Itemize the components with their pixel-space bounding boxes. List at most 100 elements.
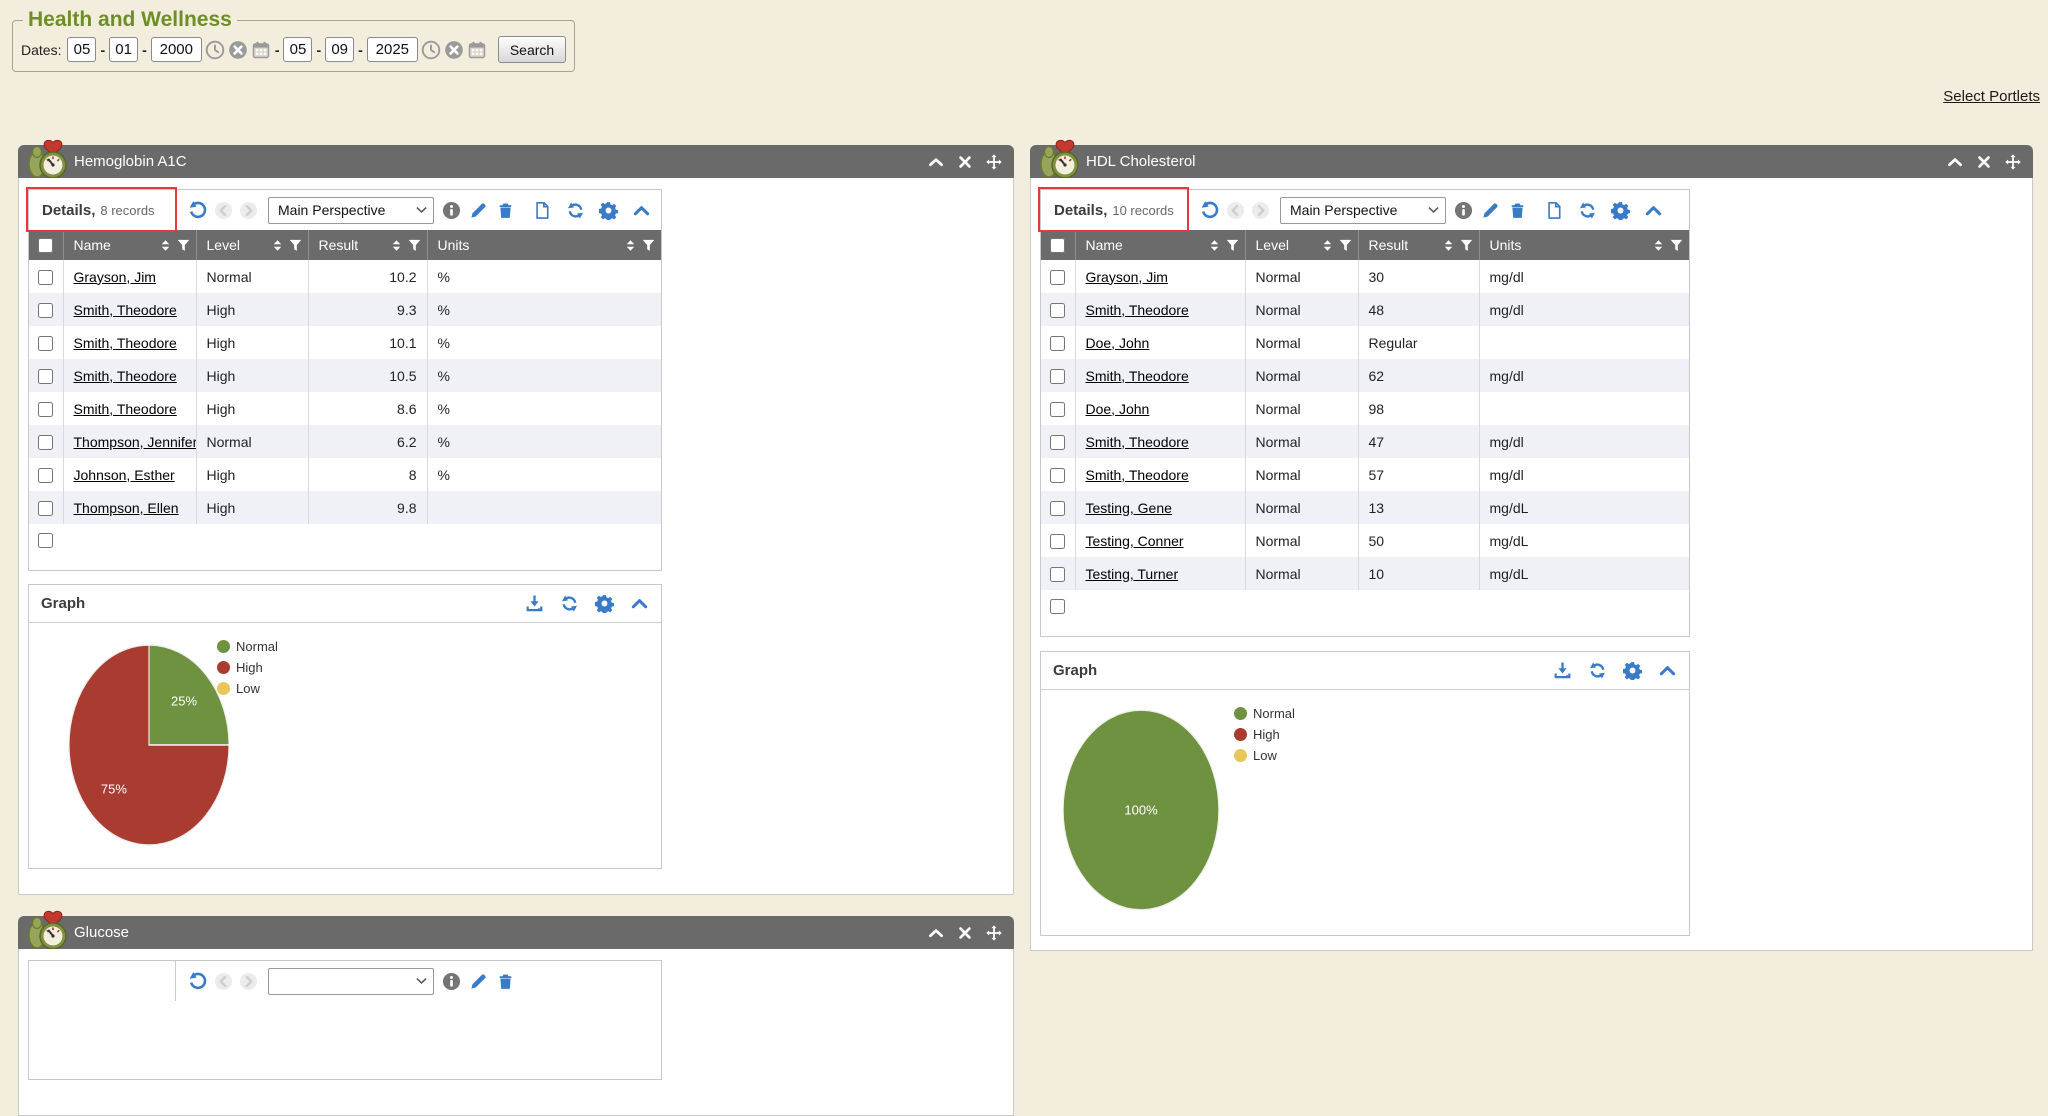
gear-icon[interactable] xyxy=(1611,201,1630,220)
row-checkbox[interactable] xyxy=(38,468,53,483)
from-day-input[interactable] xyxy=(109,37,138,62)
filter-icon[interactable] xyxy=(1226,239,1239,252)
row-checkbox[interactable] xyxy=(38,270,53,285)
delete-icon[interactable] xyxy=(496,972,515,991)
row-checkbox[interactable] xyxy=(1050,402,1065,417)
to-day-input[interactable] xyxy=(325,37,354,62)
portlet-header[interactable]: HDL Cholesterol xyxy=(1030,145,2033,178)
filter-icon[interactable] xyxy=(177,239,190,252)
move-portlet-icon[interactable] xyxy=(986,154,1002,170)
close-portlet-icon[interactable] xyxy=(957,925,973,941)
previous-icon[interactable] xyxy=(1226,201,1245,220)
collapse-panel-icon[interactable] xyxy=(1658,661,1677,680)
row-checkbox[interactable] xyxy=(1050,435,1065,450)
from-month-input[interactable] xyxy=(67,37,96,62)
row-checkbox[interactable] xyxy=(1050,270,1065,285)
select-all-checkbox[interactable] xyxy=(38,238,53,253)
collapse-portlet-icon[interactable] xyxy=(928,154,944,170)
patient-name-link[interactable]: Johnson, Esther xyxy=(74,467,175,483)
row-checkbox[interactable] xyxy=(1050,534,1065,549)
info-icon[interactable] xyxy=(442,201,461,220)
perspective-select[interactable]: Main Perspective xyxy=(1280,197,1446,224)
collapse-panel-icon[interactable] xyxy=(630,594,649,613)
clear-date-icon[interactable] xyxy=(444,40,464,60)
undo-icon[interactable] xyxy=(188,971,208,991)
clear-date-icon[interactable] xyxy=(228,40,248,60)
collapse-portlet-icon[interactable] xyxy=(1947,154,1963,170)
row-checkbox[interactable] xyxy=(1050,468,1065,483)
search-button[interactable]: Search xyxy=(498,36,566,63)
sort-icon[interactable] xyxy=(390,239,403,252)
close-portlet-icon[interactable] xyxy=(957,154,973,170)
sort-icon[interactable] xyxy=(1321,239,1334,252)
undo-icon[interactable] xyxy=(1200,200,1220,220)
portlet-header[interactable]: Glucose xyxy=(18,916,1014,949)
patient-name-link[interactable]: Thompson, Ellen xyxy=(74,500,179,516)
patient-name-link[interactable]: Smith, Theodore xyxy=(1086,368,1189,384)
portlet-header[interactable]: Hemoglobin A1C xyxy=(18,145,1014,178)
select-all-checkbox[interactable] xyxy=(1050,238,1065,253)
collapse-portlet-icon[interactable] xyxy=(928,925,944,941)
filter-icon[interactable] xyxy=(642,239,655,252)
row-checkbox[interactable] xyxy=(1050,501,1065,516)
row-checkbox[interactable] xyxy=(38,303,53,318)
edit-icon[interactable] xyxy=(469,972,488,991)
row-checkbox[interactable] xyxy=(1050,369,1065,384)
calendar-picker-icon[interactable] xyxy=(251,40,271,60)
new-document-icon[interactable] xyxy=(1545,201,1564,220)
row-checkbox[interactable] xyxy=(38,402,53,417)
sort-icon[interactable] xyxy=(271,239,284,252)
sort-icon[interactable] xyxy=(1208,239,1221,252)
row-checkbox[interactable] xyxy=(38,501,53,516)
edit-icon[interactable] xyxy=(469,201,488,220)
patient-name-link[interactable]: Smith, Theodore xyxy=(74,302,177,318)
close-portlet-icon[interactable] xyxy=(1976,154,1992,170)
filter-icon[interactable] xyxy=(1670,239,1683,252)
patient-name-link[interactable]: Thompson, Jennifer xyxy=(74,434,197,450)
from-year-input[interactable] xyxy=(151,37,202,62)
next-icon[interactable] xyxy=(239,972,258,991)
to-year-input[interactable] xyxy=(367,37,418,62)
move-portlet-icon[interactable] xyxy=(2005,154,2021,170)
patient-name-link[interactable]: Testing, Conner xyxy=(1086,533,1184,549)
refresh-icon[interactable] xyxy=(1588,661,1607,680)
row-checkbox[interactable] xyxy=(1050,567,1065,582)
patient-name-link[interactable]: Grayson, Jim xyxy=(1086,269,1168,285)
patient-name-link[interactable]: Testing, Turner xyxy=(1086,566,1179,582)
calendar-picker-icon[interactable] xyxy=(467,40,487,60)
select-portlets-link[interactable]: Select Portlets xyxy=(1943,88,2040,105)
row-checkbox[interactable] xyxy=(38,369,53,384)
perspective-select[interactable]: Main Perspective xyxy=(268,197,434,224)
refresh-icon[interactable] xyxy=(1578,201,1597,220)
delete-icon[interactable] xyxy=(1508,201,1527,220)
previous-icon[interactable] xyxy=(214,972,233,991)
new-document-icon[interactable] xyxy=(533,201,552,220)
sort-icon[interactable] xyxy=(159,239,172,252)
patient-name-link[interactable]: Doe, John xyxy=(1086,401,1150,417)
sort-icon[interactable] xyxy=(1652,239,1665,252)
previous-icon[interactable] xyxy=(214,201,233,220)
gear-icon[interactable] xyxy=(599,201,618,220)
to-month-input[interactable] xyxy=(283,37,312,62)
row-checkbox[interactable] xyxy=(1050,336,1065,351)
sort-icon[interactable] xyxy=(624,239,637,252)
refresh-icon[interactable] xyxy=(560,594,579,613)
collapse-panel-icon[interactable] xyxy=(632,201,651,220)
download-icon[interactable] xyxy=(1553,661,1572,680)
filter-icon[interactable] xyxy=(289,239,302,252)
patient-name-link[interactable]: Smith, Theodore xyxy=(74,401,177,417)
patient-name-link[interactable]: Grayson, Jim xyxy=(74,269,156,285)
row-checkbox[interactable] xyxy=(38,336,53,351)
row-checkbox[interactable] xyxy=(1050,303,1065,318)
move-portlet-icon[interactable] xyxy=(986,925,1002,941)
patient-name-link[interactable]: Smith, Theodore xyxy=(74,368,177,384)
refresh-icon[interactable] xyxy=(566,201,585,220)
collapse-panel-icon[interactable] xyxy=(1644,201,1663,220)
sort-icon[interactable] xyxy=(1442,239,1455,252)
next-icon[interactable] xyxy=(239,201,258,220)
edit-icon[interactable] xyxy=(1481,201,1500,220)
info-icon[interactable] xyxy=(442,972,461,991)
next-icon[interactable] xyxy=(1251,201,1270,220)
download-icon[interactable] xyxy=(525,594,544,613)
delete-icon[interactable] xyxy=(496,201,515,220)
